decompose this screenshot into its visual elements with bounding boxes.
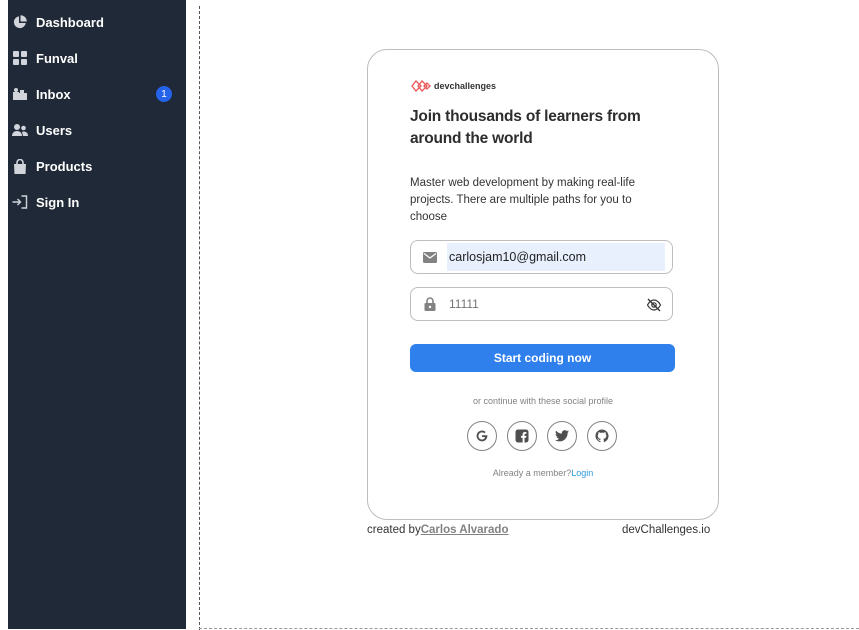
- facebook-icon[interactable]: [507, 421, 537, 451]
- mail-icon: [422, 249, 438, 265]
- login-card: devchallenges Join thousands of learners…: [367, 49, 719, 520]
- password-input[interactable]: [447, 290, 629, 318]
- sidebar: Dashboard Funval Inbox 1 Users Products …: [8, 0, 186, 629]
- social-buttons: [467, 421, 617, 451]
- dashed-divider: [199, 6, 200, 630]
- sign-in-icon: [12, 194, 28, 210]
- grid-icon: [12, 50, 28, 66]
- sidebar-item-label: Users: [36, 122, 73, 138]
- inbox-badge: 1: [156, 86, 172, 102]
- sidebar-item-label: Funval: [36, 50, 78, 66]
- sidebar-item-dashboard[interactable]: Dashboard: [8, 4, 186, 40]
- logo-text: devchallenges: [434, 81, 497, 91]
- users-icon: [12, 122, 28, 138]
- inbox-icon: [12, 86, 28, 102]
- footer-credit: created byCarlos Alvarado: [367, 524, 508, 536]
- sidebar-item-funval[interactable]: Funval: [8, 40, 186, 76]
- card-heading: Join thousands of learners from around t…: [410, 108, 641, 147]
- devchallenges-logo: devchallenges: [410, 80, 496, 92]
- sidebar-item-label: Products: [36, 158, 93, 174]
- sidebar-item-label: Inbox: [36, 86, 71, 102]
- footer-site: devChallenges.io: [622, 524, 711, 536]
- card-description: Master web development by making real-li…: [410, 177, 635, 223]
- sidebar-item-label: Dashboard: [36, 14, 104, 30]
- shopping-bag-icon: [12, 158, 28, 174]
- google-icon[interactable]: [467, 421, 497, 451]
- author-link[interactable]: Carlos Alvarado: [421, 524, 509, 536]
- pie-chart-icon: [12, 14, 28, 30]
- devchallenges-logo-icon: [411, 80, 431, 92]
- twitter-icon[interactable]: [547, 421, 577, 451]
- email-field: [410, 240, 673, 274]
- created-by-label: created by: [367, 524, 421, 536]
- lock-icon: [422, 296, 438, 312]
- sidebar-item-inbox[interactable]: Inbox 1: [8, 76, 186, 112]
- login-link[interactable]: Login: [571, 468, 593, 478]
- start-coding-button[interactable]: Start coding now: [410, 344, 675, 372]
- eye-off-icon[interactable]: [646, 297, 662, 313]
- already-member-text: Already a member?Login: [368, 468, 718, 478]
- sidebar-item-users[interactable]: Users: [8, 112, 186, 148]
- sidebar-item-label: Sign In: [36, 194, 80, 210]
- member-label: Already a member?: [492, 468, 572, 478]
- password-field: [410, 287, 673, 321]
- sidebar-item-products[interactable]: Products: [8, 148, 186, 184]
- social-profile-text: or continue with these social profile: [472, 396, 614, 406]
- sidebar-item-sign-in[interactable]: Sign In: [8, 184, 186, 220]
- github-icon[interactable]: [587, 421, 617, 451]
- email-input[interactable]: [447, 243, 665, 271]
